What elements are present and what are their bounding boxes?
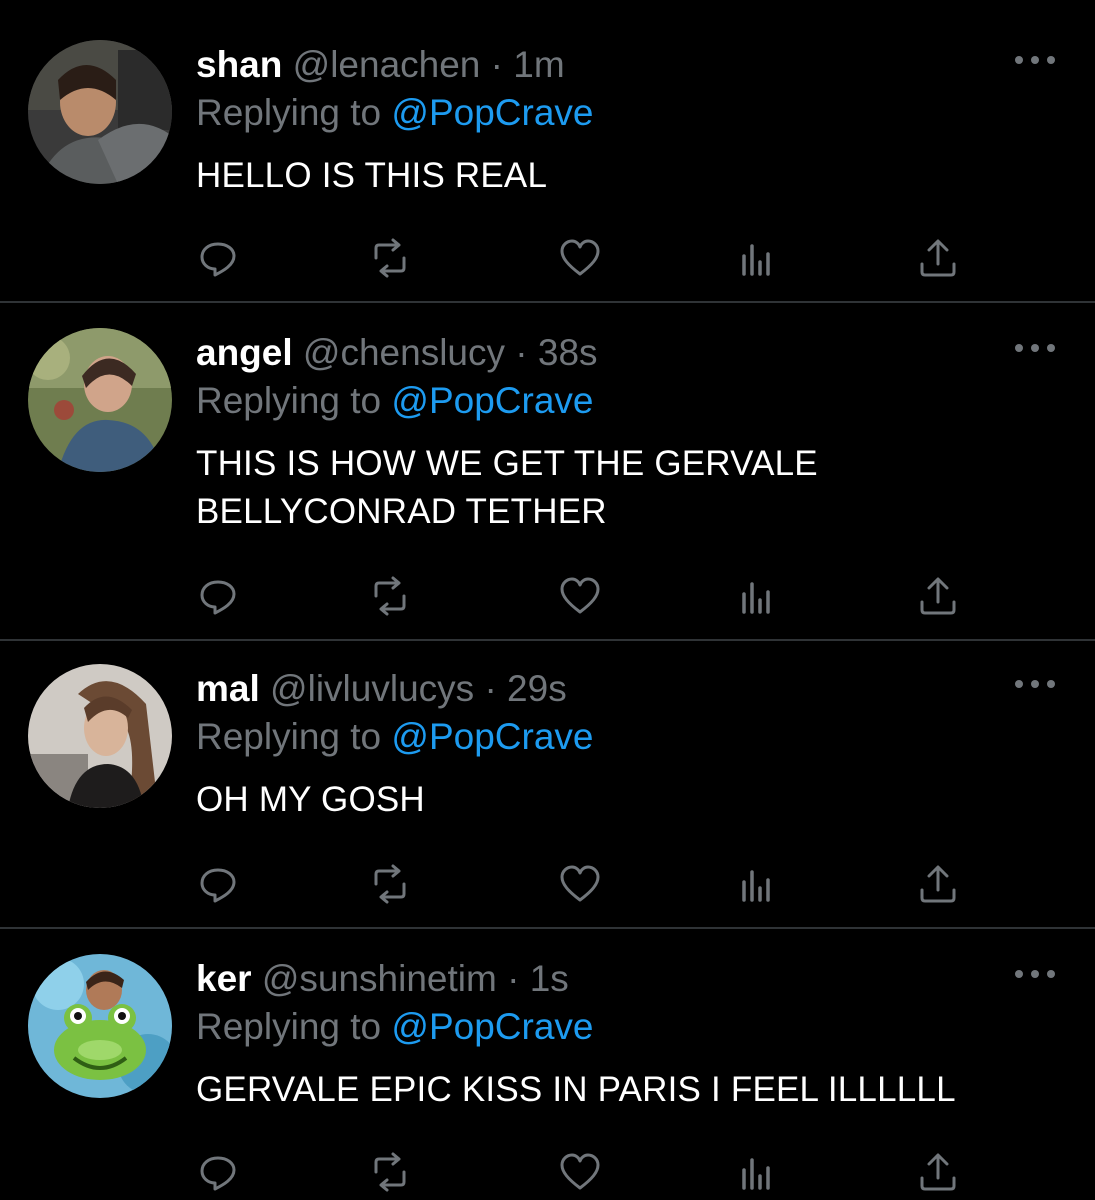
reply-icon[interactable] — [196, 862, 240, 906]
separator-dot: · — [484, 668, 497, 709]
divider — [0, 301, 1095, 303]
share-icon[interactable] — [916, 236, 960, 280]
user-handle[interactable]: @sunshinetim — [262, 958, 497, 999]
timestamp[interactable]: 1s — [530, 958, 569, 999]
replying-to-label: Replying to — [196, 380, 382, 421]
timestamp[interactable]: 1m — [513, 44, 564, 85]
retweet-icon[interactable] — [368, 1150, 412, 1194]
tweet-header: angel @chenslucy · 38s — [196, 328, 598, 378]
views-icon[interactable] — [736, 862, 780, 906]
tweet-header: shan @lenachen · 1m — [196, 40, 565, 90]
action-bar — [196, 574, 976, 618]
like-icon[interactable] — [558, 1150, 602, 1194]
like-icon[interactable] — [558, 574, 602, 618]
more-options-icon[interactable] — [1015, 676, 1055, 692]
replying-to-label: Replying to — [196, 1006, 382, 1047]
more-options-icon[interactable] — [1015, 340, 1055, 356]
replying-to-link[interactable]: @PopCrave — [391, 1006, 593, 1047]
tweet-header: ker @sunshinetim · 1s — [196, 954, 569, 1004]
reply-tweet[interactable]: angel @chenslucy · 38s Replying to @PopC… — [0, 328, 1095, 642]
replying-to: Replying to @PopCrave — [196, 712, 593, 762]
avatar[interactable] — [28, 328, 172, 472]
reply-icon[interactable] — [196, 1150, 240, 1194]
divider — [0, 639, 1095, 641]
replying-to-link[interactable]: @PopCrave — [391, 92, 593, 133]
user-handle[interactable]: @livluvlucys — [270, 668, 474, 709]
display-name[interactable]: mal — [196, 668, 260, 709]
separator-dot: · — [490, 44, 503, 85]
divider — [0, 927, 1095, 929]
display-name[interactable]: ker — [196, 958, 252, 999]
retweet-icon[interactable] — [368, 574, 412, 618]
like-icon[interactable] — [558, 236, 602, 280]
replying-to-label: Replying to — [196, 716, 382, 757]
replying-to: Replying to @PopCrave — [196, 88, 593, 138]
share-icon[interactable] — [916, 862, 960, 906]
retweet-icon[interactable] — [368, 236, 412, 280]
timestamp[interactable]: 29s — [507, 668, 567, 709]
replying-to-link[interactable]: @PopCrave — [391, 380, 593, 421]
more-options-icon[interactable] — [1015, 966, 1055, 982]
replying-to-link[interactable]: @PopCrave — [391, 716, 593, 757]
reply-tweet[interactable]: mal @livluvlucys · 29s Replying to @PopC… — [0, 664, 1095, 930]
display-name[interactable]: angel — [196, 332, 293, 373]
views-icon[interactable] — [736, 236, 780, 280]
avatar[interactable] — [28, 954, 172, 1098]
action-bar — [196, 236, 976, 280]
share-icon[interactable] — [916, 574, 960, 618]
action-bar — [196, 1150, 976, 1194]
like-icon[interactable] — [558, 862, 602, 906]
separator-dot: · — [507, 958, 520, 999]
separator-dot: · — [515, 332, 528, 373]
avatar[interactable] — [28, 40, 172, 184]
timestamp[interactable]: 38s — [538, 332, 598, 373]
replying-to: Replying to @PopCrave — [196, 376, 593, 426]
replying-to: Replying to @PopCrave — [196, 1002, 593, 1052]
retweet-icon[interactable] — [368, 862, 412, 906]
user-handle[interactable]: @lenachen — [293, 44, 481, 85]
tweet-text: HELLO IS THIS REAL — [196, 156, 548, 195]
user-handle[interactable]: @chenslucy — [303, 332, 505, 373]
views-icon[interactable] — [736, 1150, 780, 1194]
reply-icon[interactable] — [196, 236, 240, 280]
replies-feed: shan @lenachen · 1m Replying to @PopCrav… — [0, 0, 1095, 1200]
tweet-text: THIS IS HOW WE GET THE GERVALE BELLYCONR… — [196, 444, 818, 531]
tweet-text: GERVALE EPIC KISS IN PARIS I FEEL ILLLLL… — [196, 1070, 956, 1109]
views-icon[interactable] — [736, 574, 780, 618]
avatar[interactable] — [28, 664, 172, 808]
display-name[interactable]: shan — [196, 44, 282, 85]
reply-tweet[interactable]: shan @lenachen · 1m Replying to @PopCrav… — [0, 40, 1095, 304]
reply-icon[interactable] — [196, 574, 240, 618]
action-bar — [196, 862, 976, 906]
tweet-text: OH MY GOSH — [196, 780, 425, 819]
replying-to-label: Replying to — [196, 92, 382, 133]
reply-tweet[interactable]: ker @sunshinetim · 1s Replying to @PopCr… — [0, 954, 1095, 1200]
share-icon[interactable] — [916, 1150, 960, 1194]
tweet-header: mal @livluvlucys · 29s — [196, 664, 567, 714]
more-options-icon[interactable] — [1015, 52, 1055, 68]
